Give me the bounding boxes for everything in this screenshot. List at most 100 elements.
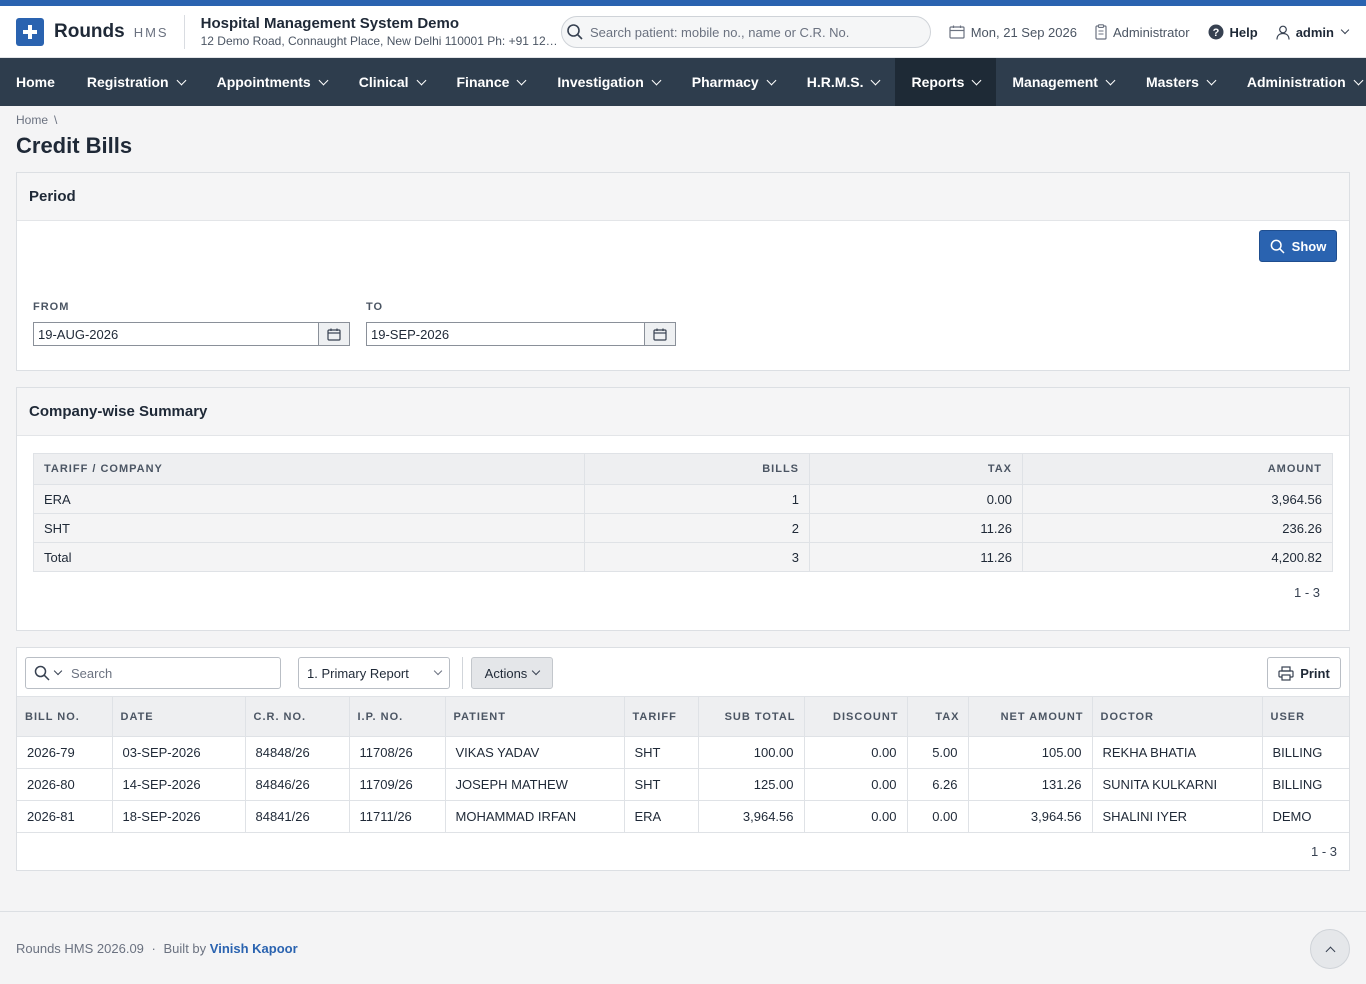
nav-reports[interactable]: Reports (895, 58, 997, 106)
cell-user: BILLING (1262, 736, 1349, 769)
col-patient[interactable]: PATIENT (445, 696, 625, 737)
col-net-amount[interactable]: NET AMOUNT (968, 696, 1093, 737)
col-user[interactable]: USER (1262, 696, 1349, 737)
to-date-input[interactable] (367, 323, 644, 345)
col-ip-no[interactable]: I.P. NO. (349, 696, 446, 737)
nav-masters[interactable]: Masters (1130, 58, 1231, 106)
col-cr-no[interactable]: C.R. NO. (245, 696, 350, 737)
cell-tariff: SHT (624, 768, 699, 801)
col-tariff-company[interactable]: TARIFF / COMPANY (33, 453, 585, 485)
cell-cr-no: 84848/26 (245, 736, 350, 769)
report-select[interactable]: 1. Primary Report (298, 657, 450, 689)
col-tariff[interactable]: TARIFF (624, 696, 699, 737)
from-date-input[interactable] (34, 323, 318, 345)
to-date-field[interactable] (366, 322, 676, 346)
user-name: admin (1295, 24, 1334, 40)
brand-sub: HMS (133, 25, 169, 40)
col-doctor[interactable]: DOCTOR (1092, 696, 1263, 737)
table-row[interactable]: 2026-80 14-SEP-2026 84846/26 11709/26 JO… (17, 768, 1349, 801)
cell-company: SHT (33, 513, 585, 543)
logo-plus-icon (16, 17, 44, 46)
cell-tax: 6.26 (907, 768, 969, 801)
chevron-down-icon (1206, 75, 1217, 85)
chevron-up-icon (1325, 946, 1335, 956)
nav-clinical[interactable]: Clinical (343, 58, 441, 106)
summary-title: Company-wise Summary (17, 388, 1349, 436)
clipboard-icon (1095, 24, 1107, 40)
role-display[interactable]: Administrator (1095, 24, 1190, 40)
cell-doctor: REKHA BHATIA (1092, 736, 1263, 769)
chevron-down-icon (766, 75, 777, 85)
show-button[interactable]: Show (1259, 230, 1337, 262)
nav-administration[interactable]: Administration (1231, 58, 1366, 106)
patient-search-input[interactable] (590, 24, 910, 40)
user-menu[interactable]: admin (1276, 24, 1350, 40)
cell-tariff: SHT (624, 736, 699, 769)
hospital-info: Hospital Management System Demo 12 Demo … (201, 15, 561, 48)
calendar-icon (949, 25, 965, 39)
svg-text:?: ? (1212, 27, 1219, 39)
footer-text: Rounds HMS 2026.09 · Built by Vinish Kap… (16, 941, 298, 956)
col-date[interactable]: DATE (112, 696, 246, 737)
nav-label: Reports (911, 74, 965, 90)
report-select-value: 1. Primary Report (307, 665, 409, 681)
nav-hrms[interactable]: H.R.M.S. (791, 58, 896, 106)
nav-investigation[interactable]: Investigation (541, 58, 675, 106)
cell-doctor: SUNITA KULKARNI (1092, 768, 1263, 801)
breadcrumb-home[interactable]: Home (16, 113, 48, 127)
from-calendar-button[interactable] (318, 323, 349, 345)
bills-search-input[interactable] (71, 665, 261, 681)
cell-discount: 0.00 (804, 800, 908, 833)
col-sub-total[interactable]: SUB TOTAL (698, 696, 805, 737)
bills-toolbar: 1. Primary Report Actions Print (17, 648, 1349, 696)
cell-bill-no[interactable]: 2026-79 (17, 736, 113, 769)
calendar-icon (653, 328, 667, 341)
cell-tax: 0.00 (907, 800, 969, 833)
help-text: Help (1229, 24, 1258, 40)
summary-header-row: TARIFF / COMPANY BILLS TAX AMOUNT (33, 453, 1333, 485)
bills-search[interactable] (25, 657, 281, 689)
cell-cr-no: 84841/26 (245, 800, 350, 833)
scroll-to-top-button[interactable] (1310, 929, 1350, 969)
print-button[interactable]: Print (1267, 657, 1341, 689)
actions-button[interactable]: Actions (471, 657, 553, 689)
table-row[interactable]: 2026-79 03-SEP-2026 84848/26 11708/26 VI… (17, 736, 1349, 769)
patient-search[interactable] (561, 16, 931, 48)
nav-label: Finance (456, 74, 510, 90)
cell-ip-no: 11709/26 (349, 768, 446, 801)
help-link[interactable]: ? Help (1208, 24, 1258, 40)
cell-net-amount: 131.26 (968, 768, 1093, 801)
chevron-down-icon (1353, 75, 1364, 85)
author-link[interactable]: Vinish Kapoor (210, 941, 298, 956)
from-date-field[interactable] (33, 322, 350, 346)
cell-sub-total: 3,964.56 (698, 800, 805, 833)
col-tax[interactable]: TAX (907, 696, 969, 737)
chevron-down-icon (871, 75, 881, 85)
nav-management[interactable]: Management (996, 58, 1130, 106)
col-tax[interactable]: TAX (809, 453, 1023, 485)
main-nav: Home Registration Appointments Clinical … (0, 58, 1366, 106)
logo[interactable]: Rounds HMS (16, 17, 169, 46)
cell-bills: 1 (584, 484, 810, 514)
col-bills[interactable]: BILLS (584, 453, 810, 485)
nav-pharmacy[interactable]: Pharmacy (676, 58, 791, 106)
chevron-down-icon[interactable] (53, 666, 63, 676)
nav-finance[interactable]: Finance (441, 58, 542, 106)
footer-version: Rounds HMS 2026.09 (16, 941, 144, 956)
cell-doctor: SHALINI IYER (1092, 800, 1263, 833)
date-text: Mon, 21 Sep 2026 (970, 24, 1077, 40)
brand-name: Rounds (54, 20, 125, 42)
col-discount[interactable]: DISCOUNT (804, 696, 908, 737)
col-bill-no[interactable]: BILL NO. (17, 696, 113, 737)
cell-bill-no[interactable]: 2026-80 (17, 768, 113, 801)
summary-row: ERA 1 0.00 3,964.56 (33, 484, 1333, 514)
cell-bill-no[interactable]: 2026-81 (17, 800, 113, 833)
page-title: Credit Bills (16, 133, 133, 158)
nav-appointments[interactable]: Appointments (201, 58, 343, 106)
col-amount[interactable]: AMOUNT (1022, 453, 1333, 485)
table-row[interactable]: 2026-81 18-SEP-2026 84841/26 11711/26 MO… (17, 800, 1349, 833)
cell-company: Total (33, 542, 585, 572)
nav-home[interactable]: Home (0, 58, 71, 106)
to-calendar-button[interactable] (644, 323, 675, 345)
nav-registration[interactable]: Registration (71, 58, 201, 106)
